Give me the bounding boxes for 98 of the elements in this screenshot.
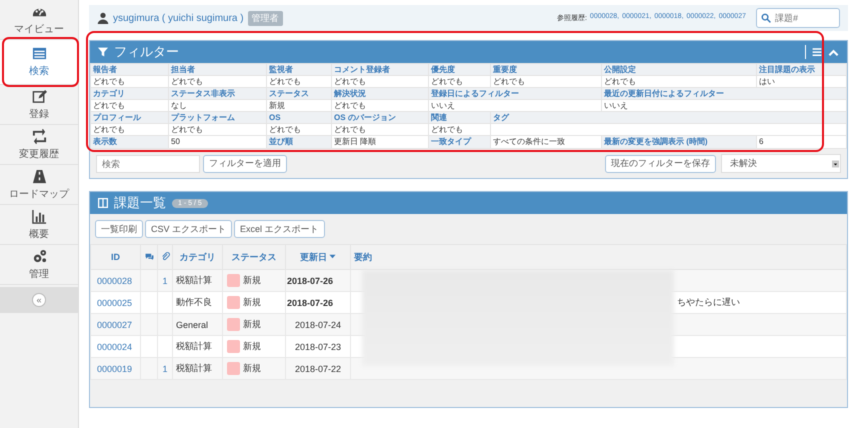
summary-text: ちやたらに遅い <box>677 297 740 307</box>
filter-label[interactable]: 関連 <box>428 112 490 124</box>
search-field[interactable]: 課題# <box>756 8 840 28</box>
comments-icon <box>144 252 154 260</box>
sidebar-item[interactable]: 登録 <box>0 85 78 125</box>
sort-down-icon <box>329 252 336 260</box>
filter-value: どれでも <box>332 76 428 88</box>
column-header[interactable]: 要約 <box>354 252 372 262</box>
save-filter-button[interactable]: 現在のフィルターを保存 <box>605 154 716 172</box>
filter-value: どれでも <box>332 100 428 112</box>
filter-label[interactable]: 最新の変更を強調表示 (時間) <box>602 136 756 148</box>
role-badge: 管理者 <box>248 10 283 26</box>
status-text: 新規 <box>243 297 261 307</box>
user-icon <box>97 12 109 24</box>
list-icon <box>32 46 46 61</box>
filter-label[interactable]: カテゴリ <box>90 88 168 100</box>
status-text: 新規 <box>243 341 261 351</box>
filter-value: どれでも <box>168 124 266 136</box>
user-link[interactable]: ysugimura ( yuichi sugimura ) <box>113 12 244 24</box>
status-text: 新規 <box>243 275 261 285</box>
filter-value: どれでも <box>168 76 266 88</box>
filter-label[interactable]: プロフィール <box>90 112 168 124</box>
filter-value: どれでも <box>90 124 168 136</box>
road-icon <box>32 168 46 184</box>
filter-label[interactable]: OS <box>266 112 332 124</box>
date-text: 2018-07-24 <box>294 320 342 330</box>
bar-chart-icon <box>32 208 46 224</box>
filter-label[interactable]: 解決状況 <box>332 88 428 100</box>
filter-label[interactable]: プラットフォーム <box>168 112 266 124</box>
filter-label[interactable]: 公開設定 <box>602 64 756 76</box>
collapse-button[interactable]: « <box>32 293 46 307</box>
filter-select[interactable]: 未解決 <box>721 154 841 173</box>
filter-label[interactable]: 並び順 <box>266 136 332 148</box>
arrows-icon <box>32 128 46 144</box>
search-icon <box>761 13 771 23</box>
date-text: 2018-07-23 <box>294 342 342 352</box>
filter-value: どれでも <box>266 124 332 136</box>
filter-value: 50 <box>168 136 266 148</box>
category-text: 税額計算 <box>176 341 212 351</box>
attachment-count: 1 <box>162 364 168 374</box>
filter-label[interactable]: ステータス <box>266 88 332 100</box>
filter-label[interactable]: タグ <box>490 112 846 124</box>
funnel-icon <box>98 47 108 57</box>
sidebar-item[interactable]: 変更履歴 <box>0 125 78 165</box>
date-text: 2018-07-26 <box>287 298 334 308</box>
date-text: 2018-07-26 <box>287 276 334 286</box>
filter-value: どれでも <box>90 76 168 88</box>
filter-value: どれでも <box>428 76 490 88</box>
filter-label[interactable]: 重要度 <box>490 64 602 76</box>
filter-value: どれでも <box>266 76 332 88</box>
filter-value: 更新日 降順 <box>332 136 428 148</box>
filter-label[interactable]: OS のバージョン <box>332 112 428 124</box>
sidebar-item[interactable]: 概要 <box>0 205 78 245</box>
sidebar-item[interactable]: 検索 <box>0 40 78 85</box>
search-field[interactable]: 検索 <box>96 154 200 172</box>
edit-icon <box>32 88 46 104</box>
status-text: 新規 <box>243 363 261 373</box>
menu-icon <box>812 47 822 57</box>
filter-label[interactable]: 一致タイプ <box>428 136 490 148</box>
sidebar-item[interactable]: ロードマップ <box>0 165 78 205</box>
filter-value: どれでも <box>490 76 602 88</box>
filter-value: 新規 <box>266 100 332 112</box>
attachment-count: 1 <box>162 276 168 286</box>
apply-filter-button[interactable]: フィルターを適用 <box>203 154 287 172</box>
columns-icon <box>98 198 108 208</box>
filter-value: なし <box>168 100 266 112</box>
filter-label[interactable]: コメント登録者 <box>332 64 428 76</box>
column-header[interactable]: ID <box>111 252 120 262</box>
category-text: General <box>176 320 208 330</box>
export-button[interactable]: 一覧印刷 <box>95 220 143 238</box>
filter-label[interactable]: 最近の更新日付によるフィルター <box>602 88 846 100</box>
filter-value: どれでも <box>428 124 490 136</box>
filter-label[interactable]: 表示数 <box>90 136 168 148</box>
gears-icon <box>32 248 46 264</box>
filter-label[interactable]: 監視者 <box>266 64 332 76</box>
category-text: 税額計算 <box>176 275 212 285</box>
filter-label[interactable]: ステータス非表示 <box>168 88 266 100</box>
filter-label[interactable]: 登録日によるフィルター <box>428 88 602 100</box>
filter-label[interactable]: 優先度 <box>428 64 490 76</box>
sidebar-item[interactable]: 管理 <box>0 245 78 285</box>
filter-value: どれでも <box>602 76 756 88</box>
filter-value: どれでも <box>332 124 428 136</box>
filter-value: いいえ <box>602 100 846 112</box>
category-text: 税額計算 <box>176 363 212 373</box>
date-text: 2018-07-22 <box>294 364 342 374</box>
export-button[interactable]: Excel エクスポート <box>234 220 325 238</box>
filter-label[interactable]: 注目課題の表示 <box>756 64 846 76</box>
filter-label[interactable]: 報告者 <box>90 64 168 76</box>
category-text: 動作不良 <box>176 297 212 307</box>
filter-value: すべての条件に一致 <box>490 136 602 148</box>
panel-title: 課題一覧 <box>114 194 166 212</box>
filter-value: どれでも <box>90 100 168 112</box>
status-text: 新規 <box>243 319 261 329</box>
paperclip-icon <box>160 252 170 260</box>
filter-value: いいえ <box>428 100 602 112</box>
panel-title: フィルター <box>114 43 179 61</box>
filter-label[interactable]: 担当者 <box>168 64 266 76</box>
export-button[interactable]: CSV エクスポート <box>145 220 232 238</box>
